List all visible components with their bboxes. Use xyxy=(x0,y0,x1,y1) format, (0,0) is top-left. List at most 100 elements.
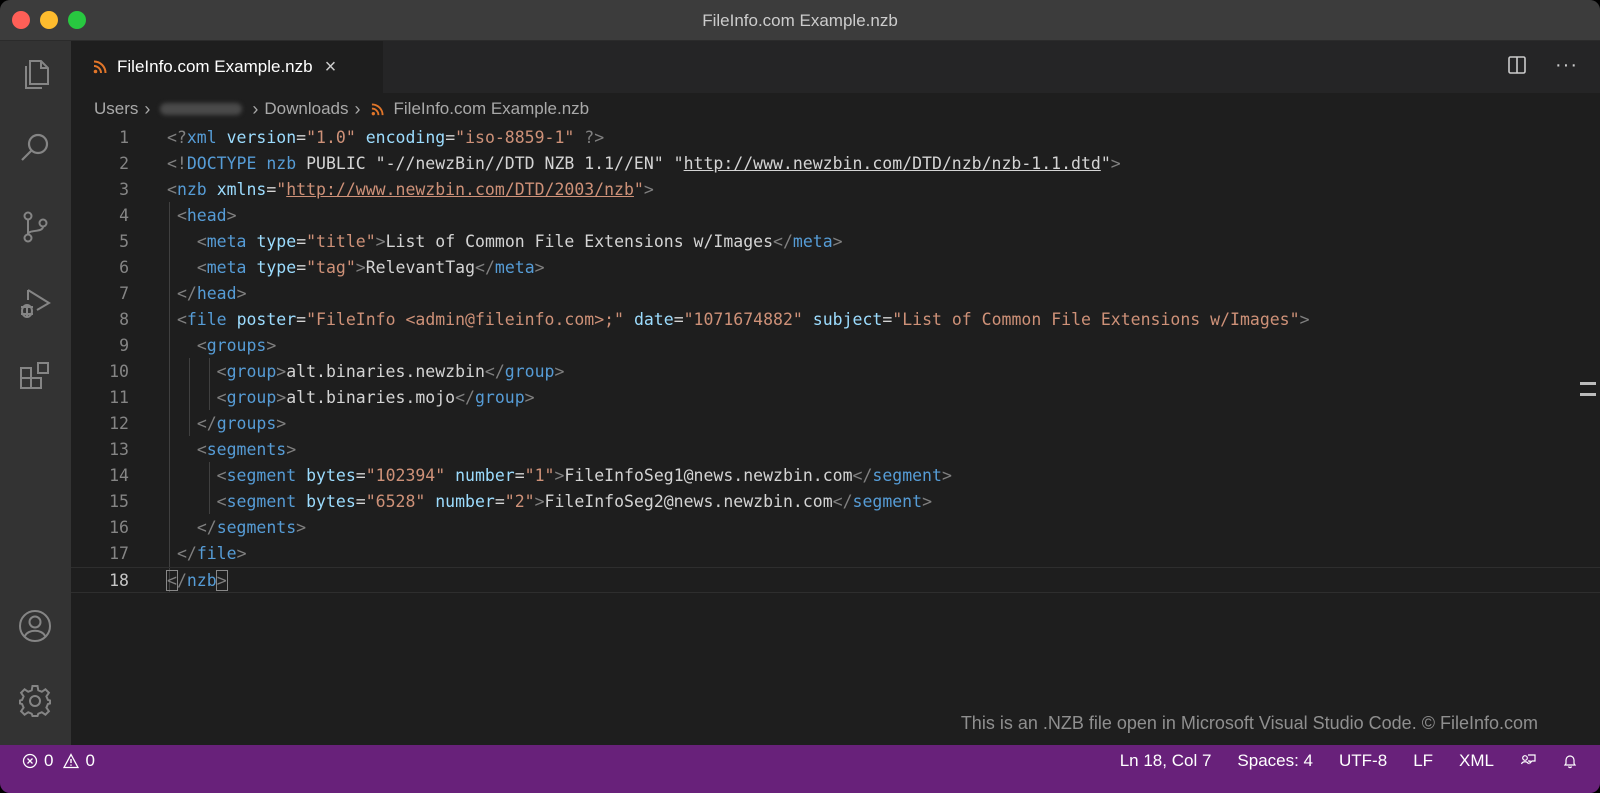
line-number: 11 xyxy=(109,388,129,407)
code-token: < xyxy=(196,336,207,355)
code-token: > xyxy=(226,206,237,225)
code-token: = xyxy=(882,310,893,329)
close-tab-icon[interactable]: × xyxy=(325,57,337,77)
code-token: encoding xyxy=(365,128,446,147)
line-number: 18 xyxy=(109,571,129,590)
code-token: </ xyxy=(196,518,217,537)
code-line[interactable]: 7 </head> xyxy=(71,281,1600,307)
code-token: "List of Common File Extensions w/Images… xyxy=(892,310,1300,329)
extensions-icon[interactable] xyxy=(13,356,57,400)
code-token: type xyxy=(256,232,297,251)
code-token: > xyxy=(276,362,287,381)
code-token: segments xyxy=(216,518,297,537)
code-line[interactable]: 11 <group>alt.binaries.mojo</group> xyxy=(71,385,1600,411)
end-of-line-setting[interactable]: LF xyxy=(1413,751,1433,771)
breadcrumb-item-downloads[interactable]: Downloads xyxy=(264,99,348,119)
encoding-setting[interactable]: UTF-8 xyxy=(1339,751,1387,771)
code-line[interactable]: 12 </groups> xyxy=(71,411,1600,437)
indentation-setting[interactable]: Spaces: 4 xyxy=(1237,751,1313,771)
code-token: http://www.newzbin.com/DTD/2003/nzb xyxy=(286,180,634,199)
code-editor[interactable]: 1 <?xml version="1.0" encoding="iso-8859-… xyxy=(71,124,1600,744)
line-number: 14 xyxy=(109,466,129,485)
breadcrumb-separator: › xyxy=(354,98,361,119)
code-line[interactable]: 3 <nzb xmlns="http://www.newzbin.com/DTD/… xyxy=(71,177,1600,203)
code-token: </ xyxy=(455,388,475,407)
code-line[interactable]: 1 <?xml version="1.0" encoding="iso-8859-… xyxy=(71,125,1600,151)
code-line[interactable]: 2 <!DOCTYPE nzb PUBLIC "-//newzBin//DTD N… xyxy=(71,151,1600,177)
code-line[interactable]: 6 <meta type="tag">RelevantTag</meta> xyxy=(71,255,1600,281)
code-token: > xyxy=(276,388,287,407)
code-token: " xyxy=(1100,154,1111,173)
more-actions-icon[interactable]: ··· xyxy=(1555,55,1578,75)
account-icon[interactable] xyxy=(13,604,57,648)
code-token: > xyxy=(266,336,277,355)
code-line[interactable]: 9 <groups> xyxy=(71,333,1600,359)
notifications-bell-icon[interactable] xyxy=(1562,753,1578,769)
code-token: </ xyxy=(852,466,873,485)
code-line[interactable]: 14 <segment bytes="102394" number="1">Fi… xyxy=(71,463,1600,489)
code-line[interactable]: 16 </segments> xyxy=(71,515,1600,541)
line-number: 7 xyxy=(119,284,129,303)
feedback-icon[interactable] xyxy=(1520,753,1536,769)
breadcrumb-item-redacted-username[interactable] xyxy=(160,103,243,115)
breadcrumb-item-file[interactable]: FileInfo.com Example.nzb xyxy=(394,99,590,119)
code-line[interactable]: 4 <head> xyxy=(71,203,1600,229)
code-token: file xyxy=(196,544,237,563)
breadcrumb-separator: › xyxy=(144,98,151,119)
code-token: segments xyxy=(206,440,287,459)
code-line[interactable]: 17 </file> xyxy=(71,541,1600,567)
code-line[interactable]: 13 <segments> xyxy=(71,437,1600,463)
tab-fileinfo-example[interactable]: FileInfo.com Example.nzb × xyxy=(71,41,383,93)
code-token: = xyxy=(494,492,505,511)
caption-text: This is an .NZB file open in Microsoft V… xyxy=(960,713,1538,733)
code-token: http://www.newzbin.com/DTD/nzb/nzb-1.1.d… xyxy=(683,154,1101,173)
code-token: <! xyxy=(167,154,187,173)
code-line[interactable]: 5 <meta type="title">List of Common File… xyxy=(71,229,1600,255)
code-token: groups xyxy=(206,336,267,355)
language-mode[interactable]: XML xyxy=(1459,751,1494,771)
code-token: < xyxy=(196,258,207,277)
warning-icon xyxy=(63,753,80,769)
code-line[interactable]: 10 <group>alt.binaries.newzbin</group> xyxy=(71,359,1600,385)
code-token: < xyxy=(196,440,207,459)
code-token: / xyxy=(176,571,187,590)
code-line[interactable]: 8 <file poster="FileInfo <admin@fileinfo… xyxy=(71,307,1600,333)
line-number: 17 xyxy=(109,544,129,563)
breadcrumb-item-users[interactable]: Users xyxy=(94,99,138,119)
code-token: group xyxy=(474,388,525,407)
code-token: "FileInfo <admin@fileinfo.com>;" xyxy=(306,310,624,329)
line-number: 16 xyxy=(109,518,129,537)
problems-indicator[interactable]: 0 0 xyxy=(22,745,95,777)
split-editor-icon[interactable] xyxy=(1507,55,1527,75)
code-token: = xyxy=(355,466,366,485)
run-debug-icon[interactable] xyxy=(13,281,57,325)
code-token: subject xyxy=(812,310,883,329)
line-number: 5 xyxy=(119,232,129,251)
code-token: = xyxy=(296,310,307,329)
search-icon[interactable] xyxy=(13,126,57,170)
code-token: = xyxy=(514,466,525,485)
rss-file-icon xyxy=(93,60,107,74)
code-line[interactable]: 18 </nzb> xyxy=(71,567,1600,593)
cursor-position[interactable]: Ln 18, Col 7 xyxy=(1120,751,1212,771)
code-token: = xyxy=(296,258,307,277)
code-token: bytes xyxy=(306,466,356,485)
code-token: alt.binaries.newzbin xyxy=(286,362,485,381)
code-token: ?> xyxy=(584,128,605,147)
explorer-icon[interactable] xyxy=(13,53,57,97)
source-control-icon[interactable] xyxy=(13,205,57,249)
code-line[interactable]: 15 <segment bytes="6528" number="2">File… xyxy=(71,489,1600,515)
code-token: </ xyxy=(484,362,505,381)
settings-gear-icon[interactable] xyxy=(13,679,57,723)
